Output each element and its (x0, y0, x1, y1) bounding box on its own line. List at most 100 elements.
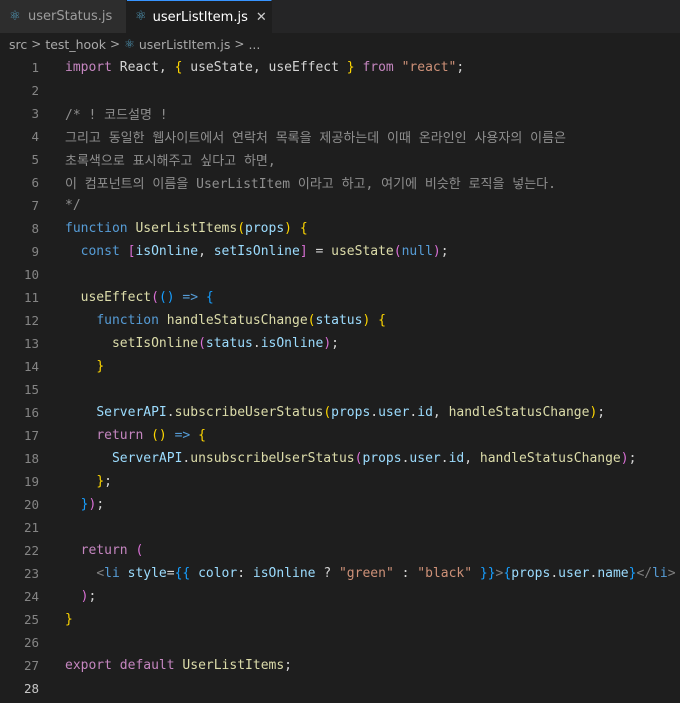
code-token: = (166, 566, 175, 581)
code-text: setIsOnline(status.isOnline); (65, 336, 339, 351)
code-token: props (362, 451, 402, 466)
code-line[interactable]: 4 그리고 동일한 웹사이트에서 연락처 목록을 제공하는데 이때 온라인인 사용… (0, 125, 680, 148)
code-line[interactable]: 15 (0, 378, 680, 401)
code-token: id (448, 451, 465, 466)
code-line[interactable]: 25} (0, 608, 680, 631)
code-token: ServerAPI (111, 451, 183, 466)
code-line[interactable]: 21 (0, 516, 680, 539)
code-line[interactable]: 10 (0, 263, 680, 286)
code-token: ( (393, 244, 402, 259)
code-line[interactable]: 6 이 컴포넌트의 이름을 UserListItem 이라고 하고, 여기에 비슷… (0, 171, 680, 194)
code-line[interactable]: 27 export default UserListItems; (0, 654, 680, 677)
breadcrumb-item-file[interactable]: userListItem.js (139, 37, 231, 52)
code-token: ; (628, 451, 637, 466)
code-line[interactable]: 9 const [isOnline, setIsOnline] = useSta… (0, 240, 680, 263)
code-text: 초록색으로 표시해주고 싶다고 하면, (65, 150, 276, 169)
code-text: export default UserListItems; (65, 658, 292, 673)
code-token: "green" (338, 566, 394, 581)
code-token: unsubscribeUserStatus (190, 451, 355, 466)
code-line[interactable]: 22 return ( (0, 539, 680, 562)
close-icon[interactable]: ✕ (256, 10, 267, 25)
code-text: } (65, 612, 73, 627)
code-line[interactable]: 20 }); (0, 493, 680, 516)
line-number: 23 (23, 566, 39, 581)
code-token: </ (636, 566, 653, 581)
code-line[interactable]: 1 import React, { useState, useEffect } f… (0, 56, 680, 79)
code-line[interactable]: 11 useEffect(() => { (0, 286, 680, 309)
code-text: import React, { useState, useEffect } fr… (65, 60, 464, 75)
code-line[interactable]: 13 setIsOnline(status.isOnline); (0, 332, 680, 355)
line-number: 11 (23, 290, 39, 305)
code-token: props (245, 221, 285, 236)
code-text: }; (65, 474, 112, 489)
code-line[interactable]: 3 /* ! 코드설명 ! (0, 102, 680, 125)
code-token: . (370, 405, 379, 420)
code-token: style (127, 566, 167, 581)
line-number: 9 (31, 244, 39, 259)
react-js-icon: ⚛ (135, 9, 147, 24)
code-token: ] (299, 244, 308, 259)
code-token: => (174, 428, 191, 443)
code-token: handleStatusChange (166, 313, 308, 328)
code-token: { (205, 290, 214, 305)
code-line[interactable]: 26 (0, 631, 680, 654)
code-token: color (198, 566, 238, 581)
line-number: 25 (23, 612, 39, 627)
code-line[interactable]: 18 ServerAPI.unsubscribeUserStatus(props… (0, 447, 680, 470)
code-text: return () => { (65, 428, 206, 443)
breadcrumb-item-symbols[interactable]: ... (248, 37, 260, 52)
code-token: { (299, 221, 308, 236)
code-token: 그리고 동일한 웹사이트에서 연락처 목록을 제공하는데 이때 온라인인 사용자… (65, 131, 567, 146)
code-token: } (96, 474, 105, 489)
code-token: props (331, 405, 371, 420)
code-token: . (440, 451, 449, 466)
line-number: 14 (23, 359, 39, 374)
chevron-right-icon: > (31, 37, 42, 51)
code-line[interactable]: 23 <li style={{ color: isOnline ? "green… (0, 562, 680, 585)
code-line[interactable]: 28 (0, 677, 680, 700)
breadcrumb-item-src[interactable]: src (9, 37, 27, 52)
tab-userlistitem[interactable]: ⚛ userListItem.js ✕ (127, 0, 272, 33)
code-editor[interactable]: 1 import React, { useState, useEffect } f… (0, 55, 680, 703)
tab-label: userStatus.js (28, 9, 113, 24)
code-token: import (65, 60, 112, 75)
code-token: UserListItems (135, 221, 238, 236)
tab-userstatus[interactable]: ⚛ userStatus.js (0, 0, 127, 33)
code-token: isOnline (260, 336, 324, 351)
code-text: ); (65, 589, 97, 604)
code-line[interactable]: 5 초록색으로 표시해주고 싶다고 하면, (0, 148, 680, 171)
code-token: isOnline (252, 566, 316, 581)
code-token: } (65, 612, 73, 627)
code-token: from (362, 60, 394, 75)
code-token: ) (284, 221, 292, 236)
code-line[interactable]: 12 function handleStatusChange(status) { (0, 309, 680, 332)
code-line[interactable]: 24 ); (0, 585, 680, 608)
line-number: 10 (23, 267, 39, 282)
code-token: { (198, 428, 206, 443)
code-line[interactable]: 17 return () => { (0, 424, 680, 447)
code-line[interactable]: 19 }; (0, 470, 680, 493)
breadcrumb-item-test-hook[interactable]: test_hook (45, 37, 106, 52)
code-token: . (166, 405, 175, 420)
code-line[interactable]: 16 ServerAPI.subscribeUserStatus(props.u… (0, 401, 680, 424)
code-text: useEffect(() => { (65, 290, 214, 305)
code-token: useState, useEffect (182, 60, 347, 75)
code-token: < (96, 566, 105, 581)
code-line[interactable]: 8 function UserListItems(props) { (0, 217, 680, 240)
code-line[interactable]: 7 */ (0, 194, 680, 217)
code-token: ; (96, 497, 105, 512)
code-token: return (80, 543, 128, 558)
code-token: () (158, 290, 175, 305)
code-line[interactable]: 2 (0, 79, 680, 102)
code-token: , (432, 405, 449, 420)
code-line[interactable]: 14 } (0, 355, 680, 378)
